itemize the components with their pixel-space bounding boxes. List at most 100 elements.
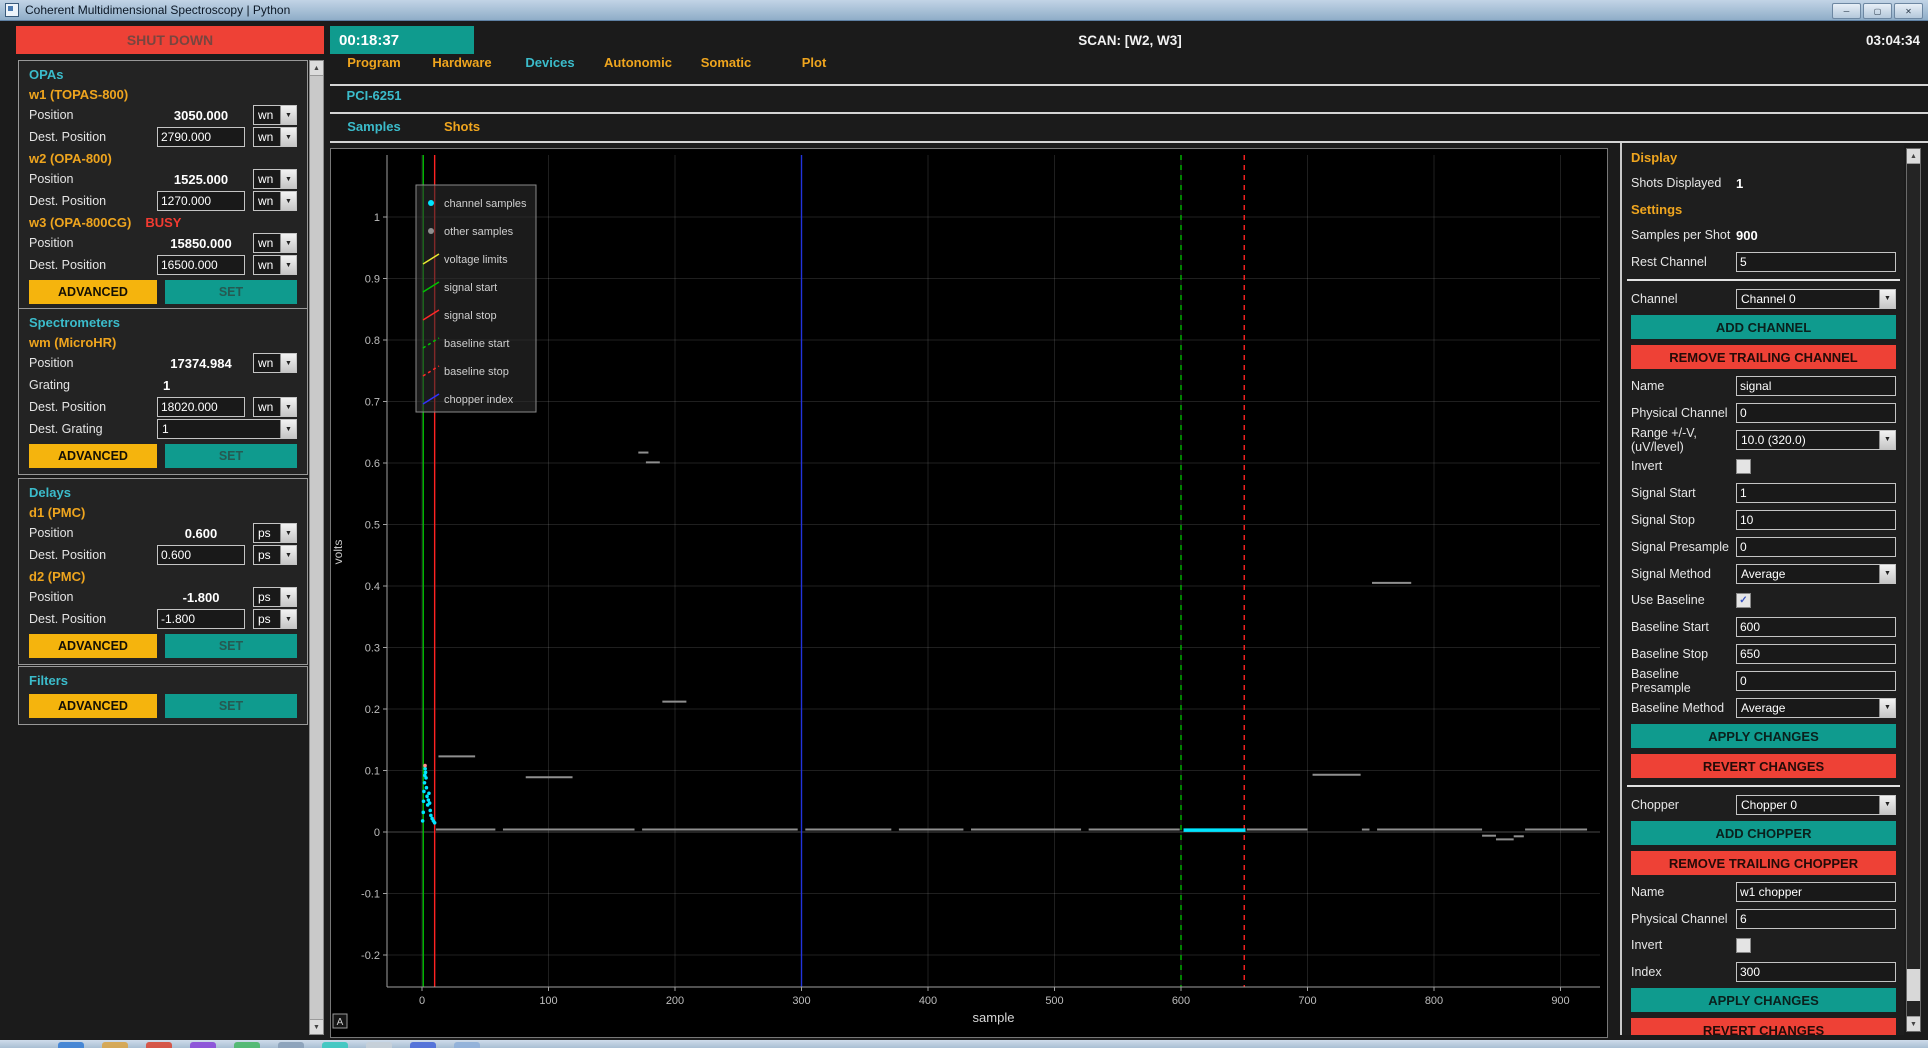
plot-legend[interactable]: channel samplesother samplesvoltage limi… [416,185,536,412]
dest-position-input[interactable] [157,127,245,147]
tab-samples[interactable]: Samples [330,119,418,134]
tab-somatic[interactable]: Somatic [682,55,770,70]
chopper-dropdown[interactable]: Chopper 0▼ [1736,795,1896,815]
tab-plot[interactable]: Plot [770,55,858,70]
main-tabs: ProgramHardwareDevicesAutonomicSomaticPl… [330,55,858,70]
advanced-button[interactable]: ADVANCED [29,634,157,658]
scroll-down-icon[interactable]: ▼ [310,1019,323,1034]
close-button[interactable]: ✕ [1894,3,1923,19]
samples-plot[interactable]: 10.90.80.70.60.50.40.30.20.10-0.1-0.2010… [330,148,1608,1038]
plot-canvas[interactable]: 10.90.80.70.60.50.40.30.20.10-0.1-0.2010… [330,148,1608,1038]
tab-autonomic[interactable]: Autonomic [594,55,682,70]
signal-start-input[interactable] [1736,483,1896,503]
apply-changes-button[interactable]: APPLY CHANGES [1631,724,1896,748]
set-button[interactable]: SET [165,634,297,658]
title-bar[interactable]: Coherent Multidimensional Spectroscopy |… [0,0,1928,21]
add-chopper-button[interactable]: ADD CHOPPER [1631,821,1896,845]
advanced-button[interactable]: ADVANCED [29,694,157,718]
apply-changes-button[interactable]: APPLY CHANGES [1631,988,1896,1012]
name-input[interactable] [1736,376,1896,396]
baseline-start-input[interactable] [1736,617,1896,637]
revert-changes-button[interactable]: REVERT CHANGES [1631,754,1896,778]
rest-channel-input[interactable] [1736,252,1896,272]
add-channel-button[interactable]: ADD CHANNEL [1631,315,1896,339]
baseline-stop-input[interactable] [1736,644,1896,664]
use-baseline-checkbox[interactable]: ✓ [1736,593,1751,608]
channel-dropdown[interactable]: Channel 0▼ [1736,289,1896,309]
dest-position-input[interactable] [157,255,245,275]
series-channel-samples-signal-burst [425,795,429,799]
scroll-down-icon[interactable]: ▼ [1907,1016,1920,1031]
taskbar-icon-6[interactable] [278,1042,304,1048]
tab-pci-6251[interactable]: PCI-6251 [330,88,418,103]
physical-channel-input[interactable] [1736,403,1896,423]
units-dropdown[interactable]: ps▼ [253,609,297,629]
signal-stop-input[interactable] [1736,510,1896,530]
signal-method-dropdown[interactable]: Average▼ [1736,564,1896,584]
taskbar-icon-5[interactable] [234,1042,260,1048]
elapsed-timer: 00:18:37 [330,26,474,54]
units-dropdown[interactable]: wn▼ [253,255,297,275]
sidebar-scrollbar[interactable]: ▲ ▼ [309,60,324,1035]
windows-taskbar[interactable] [0,1040,1928,1048]
advanced-button[interactable]: ADVANCED [29,444,157,468]
tab-hardware[interactable]: Hardware [418,55,506,70]
invert-checkbox[interactable] [1736,459,1751,474]
field-row: Position17374.984wn▼ [19,352,307,374]
units-dropdown[interactable]: wn▼ [253,105,297,125]
name-input[interactable] [1736,882,1896,902]
units-dropdown[interactable]: ps▼ [253,587,297,607]
tab-devices[interactable]: Devices [506,55,594,70]
set-button[interactable]: SET [165,694,297,718]
range-v-uv-level-dropdown[interactable]: 10.0 (320.0)▼ [1736,430,1896,450]
set-button[interactable]: SET [165,444,297,468]
advanced-button[interactable]: ADVANCED [29,280,157,304]
scroll-up-icon[interactable]: ▲ [310,61,323,76]
taskbar-icon-1[interactable] [58,1042,84,1048]
settings-scrollbar[interactable]: ▲ ▼ [1906,148,1921,1032]
minimize-button[interactable]: ─ [1832,3,1861,19]
set-button[interactable]: SET [165,280,297,304]
maximize-button[interactable]: ▢ [1863,3,1892,19]
scroll-up-icon[interactable]: ▲ [1907,149,1920,164]
baseline-presample-input[interactable] [1736,671,1896,691]
tab-program[interactable]: Program [330,55,418,70]
units-dropdown[interactable]: ps▼ [253,545,297,565]
taskbar-icon-7[interactable] [322,1042,348,1048]
revert-changes-button[interactable]: REVERT CHANGES [1631,1018,1896,1035]
y-tick-label: 0.2 [365,704,380,716]
dropdown-value: 1 [158,422,280,436]
chevron-down-icon: ▼ [280,106,296,124]
dest-position-input[interactable] [157,191,245,211]
shutdown-button[interactable]: SHUT DOWN [16,26,324,54]
taskbar-icon-8[interactable] [366,1042,392,1048]
auto-range-button[interactable]: A [333,1014,347,1028]
field-label: Baseline Presample [1631,667,1736,695]
dest-grating-dropdown[interactable]: 1▼ [157,419,297,439]
signal-presample-input[interactable] [1736,537,1896,557]
taskbar-icon-10[interactable] [454,1042,480,1048]
baseline-method-dropdown[interactable]: Average▼ [1736,698,1896,718]
dest-position-input[interactable] [157,609,245,629]
index-input[interactable] [1736,962,1896,982]
units-dropdown[interactable]: wn▼ [253,191,297,211]
tab-shots[interactable]: Shots [418,119,506,134]
units-dropdown[interactable]: wn▼ [253,233,297,253]
taskbar-icon-3[interactable] [146,1042,172,1048]
panel-buttons: ADVANCED SET [19,276,307,306]
remove-trailing-channel-button[interactable]: REMOVE TRAILING CHANNEL [1631,345,1896,369]
units-dropdown[interactable]: wn▼ [253,169,297,189]
dest-position-input[interactable] [157,545,245,565]
invert-checkbox[interactable] [1736,938,1751,953]
units-dropdown[interactable]: ps▼ [253,523,297,543]
taskbar-icon-4[interactable] [190,1042,216,1048]
scrollbar-thumb[interactable] [1907,969,1920,1001]
dest-position-input[interactable] [157,397,245,417]
physical-channel-input[interactable] [1736,909,1896,929]
taskbar-icon-2[interactable] [102,1042,128,1048]
units-dropdown[interactable]: wn▼ [253,397,297,417]
units-dropdown[interactable]: wn▼ [253,353,297,373]
units-dropdown[interactable]: wn▼ [253,127,297,147]
remove-trailing-chopper-button[interactable]: REMOVE TRAILING CHOPPER [1631,851,1896,875]
taskbar-icon-9[interactable] [410,1042,436,1048]
